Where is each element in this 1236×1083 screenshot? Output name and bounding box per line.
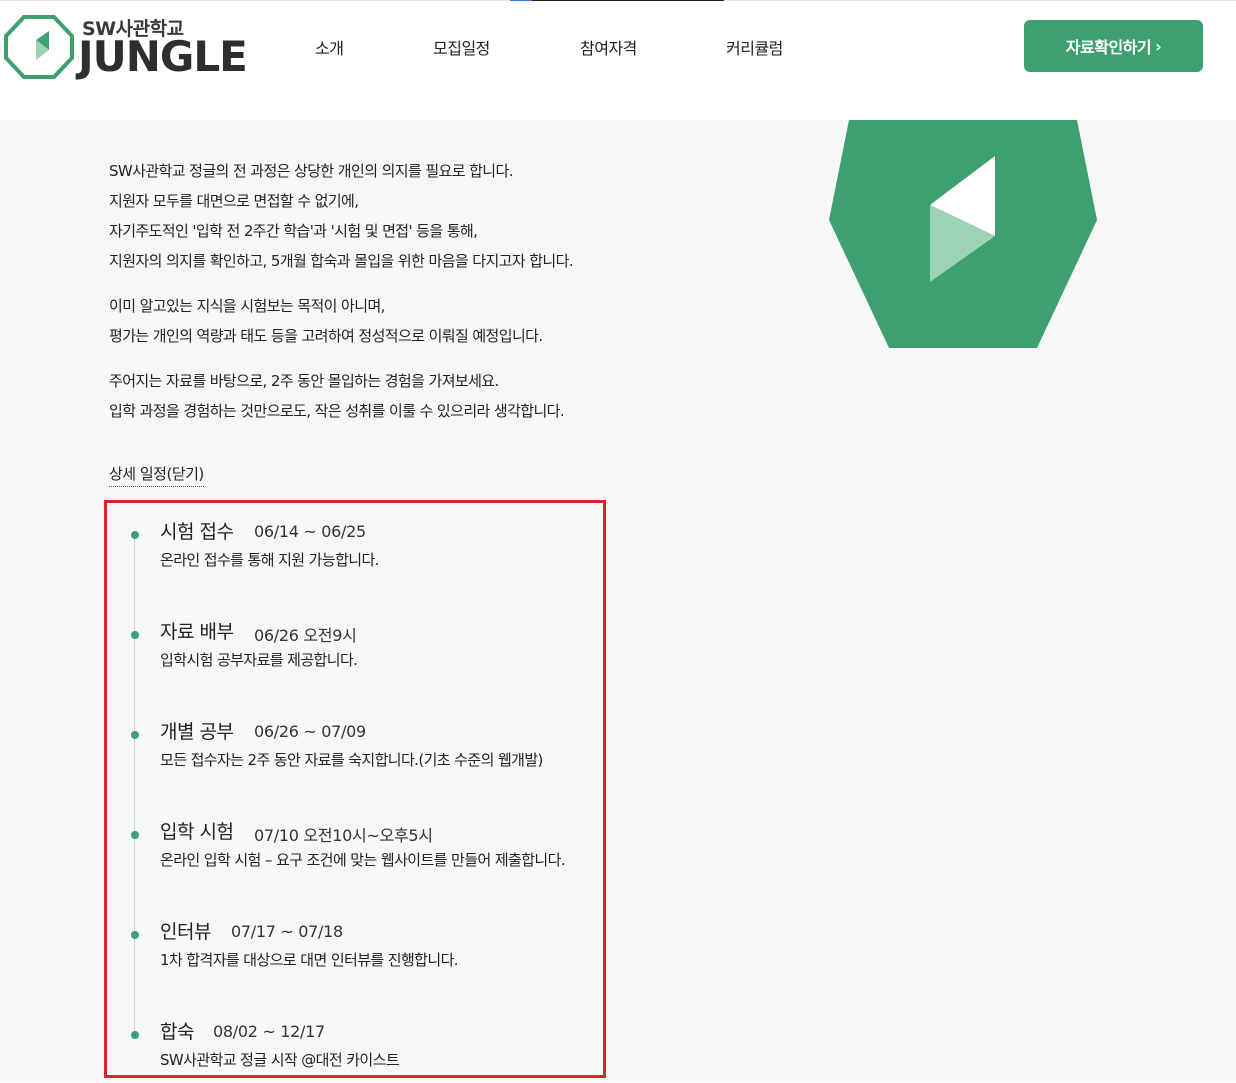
timeline-dot: [131, 831, 139, 839]
view-materials-button[interactable]: 자료확인하기 ›: [1024, 20, 1203, 72]
event-description: 입학시험 공부자료를 제공합니다.: [160, 651, 358, 669]
nav-item-eligibility[interactable]: 참여자격: [580, 35, 637, 59]
schedule-toggle-link[interactable]: 상세 일정(닫기): [109, 463, 204, 487]
event-date: 06/26 오전9시: [254, 626, 357, 645]
intro-line: 입학 과정을 경험하는 것만으로도, 작은 성취를 이룰 수 있으리라 생각합니…: [109, 402, 565, 420]
nav-item-schedule[interactable]: 모집일정: [433, 35, 490, 59]
event-date: 06/14 ~ 06/25: [254, 522, 366, 541]
intro-line: 이미 알고있는 지식을 시험보는 목적이 아니며,: [109, 297, 385, 315]
logo-title: JUNGLE: [78, 32, 248, 81]
event-date: 07/10 오전10시~오후5시: [254, 826, 433, 845]
event-title: 인터뷰: [160, 921, 211, 943]
timeline-dot: [131, 531, 139, 539]
event-date: 07/17 ~ 07/18: [231, 922, 343, 941]
timeline-event: 인터뷰 07/17 ~ 07/18 1차 합격자를 대상으로 대면 인터뷰를 진…: [107, 903, 603, 983]
timeline-dot: [131, 1031, 139, 1039]
timeline-dot: [131, 631, 139, 639]
event-description: 온라인 입학 시험 – 요구 조건에 맞는 웹사이트를 만들어 제출합니다.: [160, 851, 566, 869]
nav-item-curriculum[interactable]: 커리큘럼: [726, 35, 783, 59]
timeline-dot: [131, 731, 139, 739]
event-title: 시험 접수: [160, 521, 234, 543]
intro-line: 평가는 개인의 역량과 태도 등을 고려하여 정성적으로 이뤄질 예정입니다.: [109, 327, 543, 345]
event-description: SW사관학교 정글 시작 @대전 카이스트: [160, 1051, 400, 1069]
jungle-logo-icon: [4, 15, 74, 79]
event-title: 입학 시험: [160, 821, 234, 843]
jungle-emblem-icon: [829, 120, 1097, 348]
logo[interactable]: SW사관학교 JUNGLE: [4, 14, 254, 81]
event-title: 합숙: [160, 1021, 194, 1043]
timeline-event: 자료 배부 06/26 오전9시 입학시험 공부자료를 제공합니다.: [107, 603, 603, 683]
intro-line: 자기주도적인 '입학 전 2주간 학습'과 '시험 및 면접' 등을 통해,: [109, 222, 478, 240]
event-description: 모든 접수자는 2주 동안 자료를 숙지합니다.(기초 수준의 웹개발): [160, 751, 543, 769]
site-header: SW사관학교 JUNGLE 소개 모집일정 참여자격 커리큘럼 자료확인하기 ›: [0, 1, 1236, 120]
intro-line: 지원자 모두를 대면으로 면접할 수 없기에,: [109, 192, 359, 210]
event-title: 자료 배부: [160, 621, 234, 643]
intro-text: SW사관학교 정글의 전 과정은 상당한 개인의 의지를 필요로 합니다. 지원…: [109, 156, 669, 441]
timeline-dot: [131, 931, 139, 939]
timeline-event: 입학 시험 07/10 오전10시~오후5시 온라인 입학 시험 – 요구 조건…: [107, 803, 603, 883]
chevron-right-icon: ›: [1155, 36, 1162, 56]
event-description: 1차 합격자를 대상으로 대면 인터뷰를 진행합니다.: [160, 951, 459, 969]
intro-line: 지원자의 의지를 확인하고, 5개월 합숙과 몰입을 위한 마음을 다지고자 합…: [109, 252, 574, 270]
intro-line: 주어지는 자료를 바탕으로, 2주 동안 몰입하는 경험을 가져보세요.: [109, 372, 499, 390]
view-materials-label: 자료확인하기: [1065, 38, 1152, 57]
timeline-event: 개별 공부 06/26 ~ 07/09 모든 접수자는 2주 동안 자료를 숙지…: [107, 703, 603, 783]
intro-paragraph-1: SW사관학교 정글의 전 과정은 상당한 개인의 의지를 필요로 합니다. 지원…: [109, 156, 669, 276]
intro-paragraph-3: 주어지는 자료를 바탕으로, 2주 동안 몰입하는 경험을 가져보세요. 입학 …: [109, 366, 669, 426]
main-content: SW사관학교 정글의 전 과정은 상당한 개인의 의지를 필요로 합니다. 지원…: [0, 120, 1236, 1082]
event-title: 개별 공부: [160, 721, 234, 743]
timeline-event: 시험 접수 06/14 ~ 06/25 온라인 접수를 통해 지원 가능합니다.: [107, 503, 603, 583]
schedule-timeline: 시험 접수 06/14 ~ 06/25 온라인 접수를 통해 지원 가능합니다.…: [104, 500, 606, 1078]
nav-item-intro[interactable]: 소개: [315, 35, 344, 59]
intro-line: SW사관학교 정글의 전 과정은 상당한 개인의 의지를 필요로 합니다.: [109, 162, 513, 180]
timeline-event: 합숙 08/02 ~ 12/17 SW사관학교 정글 시작 @대전 카이스트: [107, 1003, 603, 1083]
intro-paragraph-2: 이미 알고있는 지식을 시험보는 목적이 아니며, 평가는 개인의 역량과 태도…: [109, 291, 669, 351]
event-date: 06/26 ~ 07/09: [254, 722, 366, 741]
event-date: 08/02 ~ 12/17: [213, 1022, 325, 1041]
event-description: 온라인 접수를 통해 지원 가능합니다.: [160, 551, 379, 569]
